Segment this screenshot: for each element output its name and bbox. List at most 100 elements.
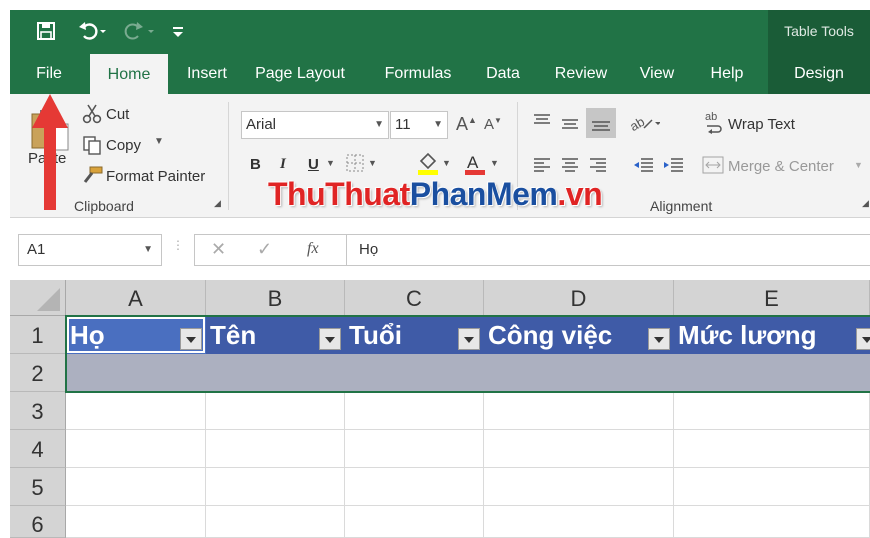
cell[interactable] [345, 430, 484, 468]
formula-controls: ✕ ✓ fx [194, 234, 346, 266]
increase-indent-icon[interactable] [662, 156, 684, 178]
column-header-d[interactable]: D [484, 280, 674, 316]
cell[interactable] [206, 430, 345, 468]
svg-text:A: A [467, 153, 479, 172]
chevron-down-icon: ▼ [433, 119, 443, 130]
cell[interactable] [345, 468, 484, 506]
tab-formulas[interactable]: Formulas [378, 52, 458, 94]
watermark-part: .vn [557, 176, 603, 212]
format-painter-button[interactable]: Format Painter [106, 168, 205, 185]
font-name-select[interactable]: Arial ▼ [241, 111, 389, 139]
shrink-font-icon[interactable]: A▼ [484, 116, 502, 133]
cell[interactable] [206, 468, 345, 506]
copy-dropdown-icon[interactable]: ▼ [154, 136, 164, 147]
cell[interactable] [345, 392, 484, 430]
tab-file[interactable]: File [24, 52, 74, 94]
insert-function-button[interactable]: fx [307, 240, 319, 258]
cell[interactable] [66, 468, 206, 506]
wrap-text-icon[interactable]: ab [704, 110, 724, 138]
chevron-down-icon[interactable]: ▼ [490, 158, 499, 168]
enter-icon[interactable]: ✓ [257, 239, 272, 260]
customize-qat-icon[interactable] [172, 10, 184, 52]
row-header-5[interactable]: 5 [10, 468, 66, 506]
cut-button[interactable]: Cut [106, 106, 129, 123]
cell[interactable] [674, 468, 870, 506]
tab-insert[interactable]: Insert [180, 52, 234, 94]
bold-button[interactable]: B [250, 156, 261, 173]
save-icon[interactable] [36, 10, 56, 52]
tab-help[interactable]: Help [702, 52, 752, 94]
cell[interactable] [66, 506, 206, 538]
chevron-down-icon[interactable]: ▼ [854, 160, 863, 170]
tab-view[interactable]: View [632, 52, 682, 94]
formula-input[interactable]: Họ [346, 234, 870, 266]
alignment-launcher-icon[interactable]: ◢ [862, 198, 869, 209]
column-header-c[interactable]: C [345, 280, 484, 316]
cell[interactable] [345, 506, 484, 538]
formula-bar: A1 ▼ ⋮ ✕ ✓ fx Họ [10, 218, 870, 280]
column-header-a[interactable]: A [66, 280, 206, 316]
cell[interactable] [674, 430, 870, 468]
row-header-1[interactable]: 1 [10, 316, 66, 354]
italic-button[interactable]: I [280, 156, 286, 173]
tab-review[interactable]: Review [546, 52, 616, 94]
row-header-6[interactable]: 6 [10, 506, 66, 538]
format-painter-icon[interactable] [82, 166, 104, 188]
column-header-b[interactable]: B [206, 280, 345, 316]
align-right-icon[interactable] [588, 156, 608, 178]
drag-handle-icon[interactable]: ⋮ [172, 239, 184, 258]
cell[interactable] [484, 430, 674, 468]
tab-data[interactable]: Data [478, 52, 528, 94]
tab-home[interactable]: Home [90, 54, 168, 94]
align-left-icon[interactable] [532, 156, 552, 178]
clipboard-launcher-icon[interactable]: ◢ [214, 198, 221, 209]
font-size-select[interactable]: 11 ▼ [390, 111, 448, 139]
cell[interactable] [484, 392, 674, 430]
row-header-4[interactable]: 4 [10, 430, 66, 468]
copy-icon[interactable] [82, 135, 102, 159]
cell[interactable] [66, 392, 206, 430]
watermark-part: PhanMem [409, 176, 558, 212]
table-tools-label: Table Tools [768, 10, 870, 52]
cell[interactable] [674, 506, 870, 538]
orientation-icon[interactable]: ab [627, 112, 661, 138]
undo-icon[interactable] [78, 10, 108, 52]
align-top-icon[interactable] [532, 112, 552, 134]
decrease-indent-icon[interactable] [632, 156, 654, 178]
cell[interactable] [206, 506, 345, 538]
cancel-icon[interactable]: ✕ [211, 239, 226, 260]
spreadsheet-grid: A B C D E 1 2 3 4 5 6 Họ Tên Tuổi Công v… [10, 280, 870, 538]
row-header-2[interactable]: 2 [10, 354, 66, 392]
ribbon-tabs: File Home Insert Page Layout Formulas Da… [10, 52, 870, 94]
cell[interactable] [674, 392, 870, 430]
grow-font-icon[interactable]: A▲ [456, 114, 477, 135]
underline-button[interactable]: U [308, 156, 319, 173]
merge-center-button[interactable]: Merge & Center [728, 158, 834, 175]
cell[interactable] [484, 468, 674, 506]
chevron-down-icon[interactable]: ▼ [442, 158, 451, 168]
red-arrow-annotation [30, 92, 70, 217]
name-box[interactable]: A1 ▼ [18, 234, 162, 266]
chevron-down-icon[interactable]: ▼ [143, 235, 153, 265]
align-middle-icon[interactable] [560, 116, 580, 138]
chevron-down-icon[interactable]: ▼ [326, 158, 335, 168]
row-header-3[interactable]: 3 [10, 392, 66, 430]
cell[interactable] [206, 392, 345, 430]
cell[interactable] [484, 506, 674, 538]
align-center-icon[interactable] [560, 156, 580, 178]
chevron-down-icon[interactable]: ▼ [368, 158, 377, 168]
wrap-text-button[interactable]: Wrap Text [728, 116, 795, 133]
font-size-value: 11 [395, 116, 411, 133]
separator [228, 102, 229, 210]
merge-center-icon[interactable] [702, 156, 724, 178]
redo-icon[interactable] [122, 10, 156, 52]
borders-icon[interactable] [346, 154, 364, 176]
column-header-e[interactable]: E [674, 280, 870, 316]
copy-button[interactable]: Copy [106, 137, 141, 154]
select-all-corner[interactable] [10, 280, 66, 316]
align-bottom-icon[interactable] [586, 108, 616, 138]
cell[interactable] [66, 430, 206, 468]
cut-icon[interactable] [82, 104, 102, 128]
tab-page-layout[interactable]: Page Layout [250, 52, 350, 94]
tab-design[interactable]: Design [768, 52, 870, 94]
